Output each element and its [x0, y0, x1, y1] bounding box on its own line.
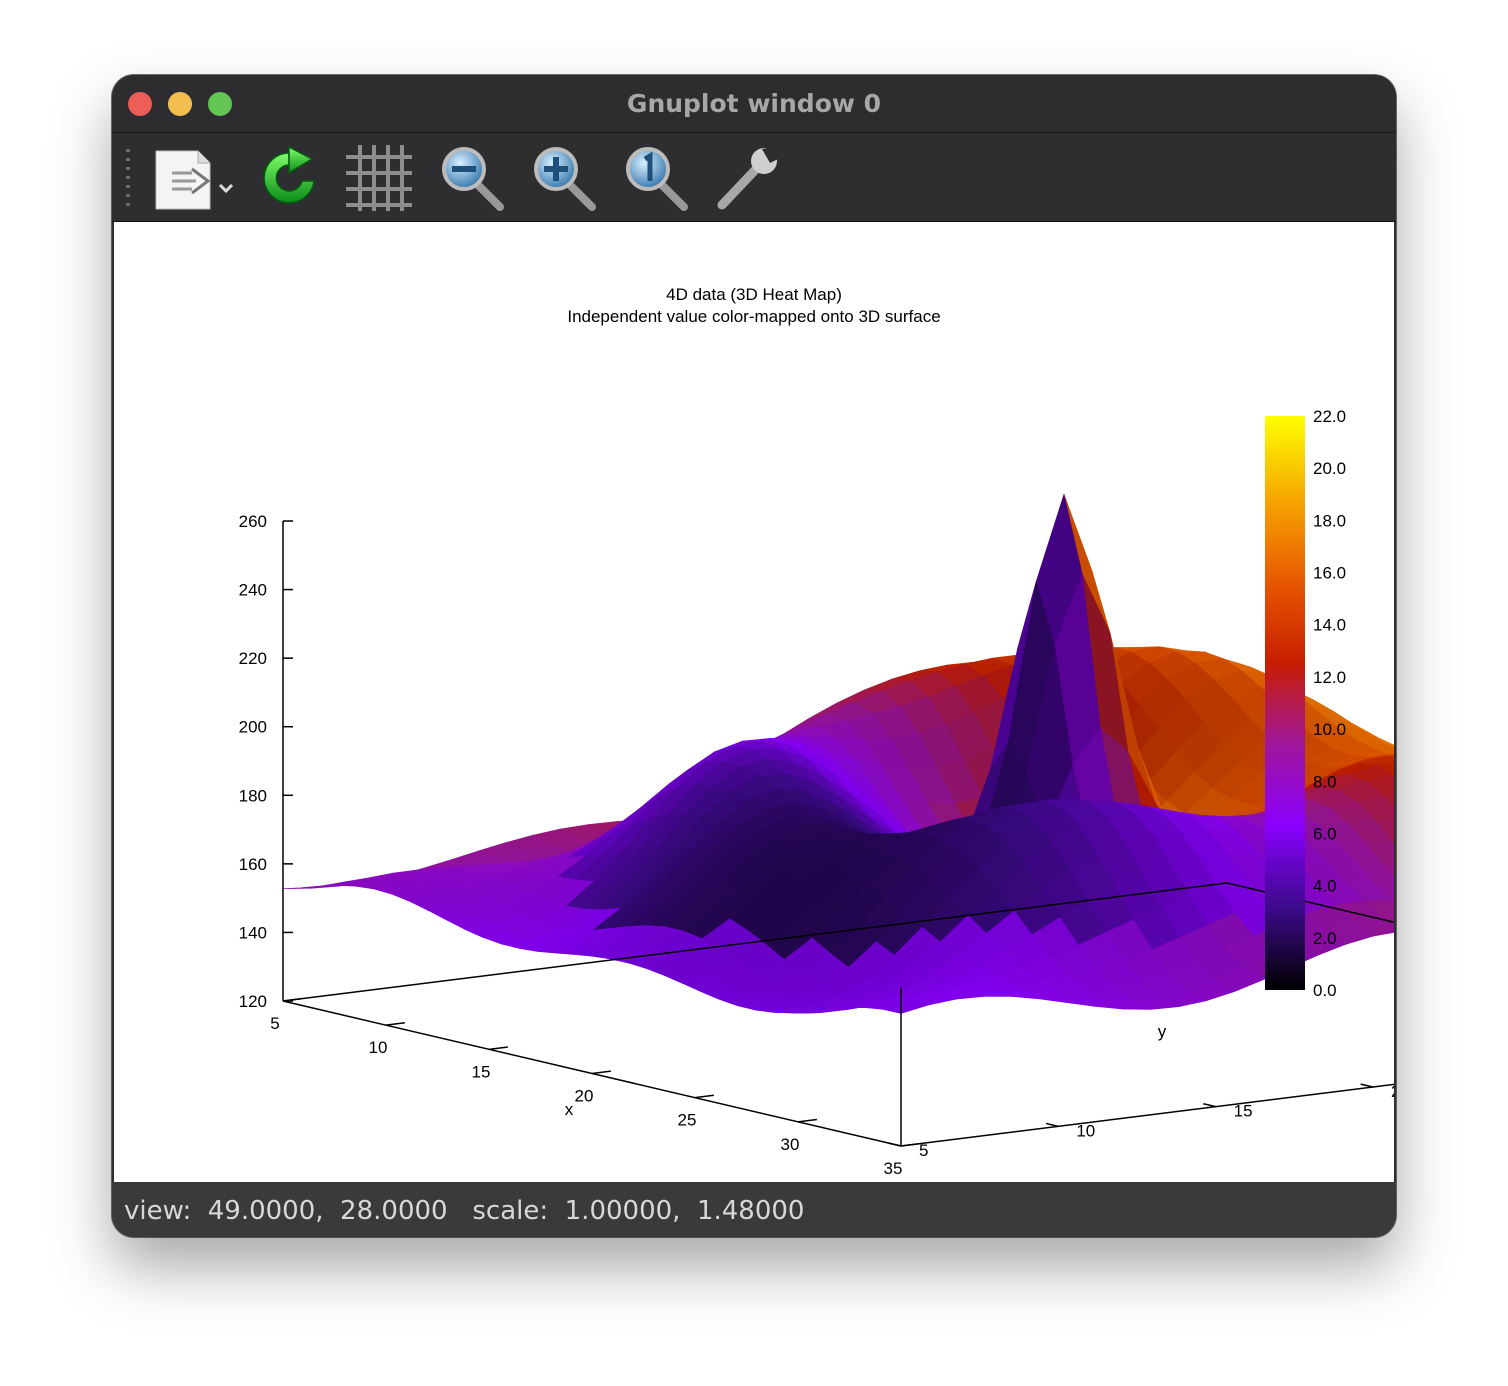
y-tick-mark: [1360, 1083, 1374, 1088]
toolbar-grip[interactable]: [126, 149, 130, 209]
toolbar: [112, 133, 1396, 222]
z-tick-label: 180: [239, 786, 267, 805]
zoom-in-icon: [534, 147, 596, 211]
z-tick-label: 260: [239, 512, 267, 531]
colorbar-tick-label: 20.0: [1313, 459, 1346, 478]
zoom-in-button[interactable]: [530, 143, 600, 213]
y-tick-label: 20: [1391, 1082, 1394, 1101]
colorbar-tick-label: 14.0: [1313, 616, 1346, 635]
y-tick-label: 15: [1234, 1102, 1253, 1121]
grid-icon: [346, 145, 412, 211]
z-tick-label: 200: [239, 718, 267, 737]
colorbar-tick-label: 18.0: [1313, 511, 1346, 530]
export-button[interactable]: [152, 143, 242, 213]
colorbar-tick-label: 4.0: [1313, 877, 1337, 896]
x-tick-label: 30: [781, 1135, 800, 1154]
x-tick-mark: [694, 1094, 714, 1099]
zoom-out-icon: [442, 147, 504, 211]
x-tick-mark: [591, 1070, 611, 1075]
surface-plot: [282, 493, 1396, 1014]
window-title: Gnuplot window 0: [626, 89, 882, 118]
zoom-out-button[interactable]: [438, 143, 508, 213]
y-tick-mark: [1045, 1122, 1059, 1128]
colorbar-tick-label: 2.0: [1313, 929, 1337, 948]
x-axis-label: x: [565, 1100, 574, 1119]
zoom-reset-icon: [626, 147, 688, 211]
colorbar-tick-label: 22.0: [1313, 407, 1346, 426]
z-tick-label: 140: [239, 923, 267, 942]
replot-button[interactable]: [254, 143, 324, 213]
colorbar-tick-label: 16.0: [1313, 564, 1346, 583]
x-tick-label: 35: [884, 1159, 903, 1178]
x-tick-mark: [385, 1022, 405, 1026]
gnuplot-window: Gnuplot window 0 4D data (3D Heat Map) I…: [112, 75, 1396, 1237]
zoom-reset-button[interactable]: [622, 143, 692, 213]
status-bar: view: 49.0000, 28.0000 scale: 1.00000, 1…: [112, 1182, 1396, 1237]
refresh-icon: [263, 145, 315, 204]
y-tick-mark: [888, 1142, 902, 1147]
settings-button[interactable]: [712, 143, 782, 213]
title-bar[interactable]: Gnuplot window 0: [112, 75, 1396, 133]
x-tick-label: 15: [472, 1062, 491, 1081]
x-tick-label: 10: [369, 1038, 388, 1057]
y-tick-mark: [1203, 1103, 1216, 1108]
y-tick-label: 5: [919, 1141, 928, 1160]
export-document-icon: [155, 150, 234, 210]
z-tick-label: 220: [239, 649, 267, 668]
x-tick-label: 25: [678, 1111, 697, 1130]
colorbar-tick-label: 0.0: [1313, 981, 1337, 1000]
x-tick-label: 5: [270, 1014, 279, 1033]
plot-canvas[interactable]: 4D data (3D Heat Map) Independent value …: [114, 222, 1396, 1182]
x-tick-mark: [488, 1046, 508, 1051]
z-tick-label: 240: [239, 581, 267, 600]
x-tick-mark: [900, 1142, 920, 1147]
plot-svg: 4D data (3D Heat Map) Independent value …: [239, 285, 1396, 1178]
colorbar-tick-label: 8.0: [1313, 772, 1337, 791]
wrench-icon: [717, 147, 778, 210]
z-tick-label: 120: [239, 992, 267, 1011]
x-tick-label: 20: [575, 1087, 594, 1106]
colorbar-tick-label: 12.0: [1313, 668, 1346, 687]
colorbar-tick-label: 6.0: [1313, 824, 1337, 843]
y-tick-label: 10: [1076, 1121, 1095, 1140]
colorbar-gradient: [1265, 416, 1305, 990]
chart-subtitle: Independent value color-mapped onto 3D s…: [567, 307, 940, 326]
colorbar-tick-label: 10.0: [1313, 720, 1346, 739]
y-axis-label: y: [1158, 1022, 1167, 1041]
status-text: view: 49.0000, 28.0000 scale: 1.00000, 1…: [124, 1196, 805, 1226]
y-axis-line: [900, 1083, 1396, 1147]
x-tick-mark: [797, 1118, 817, 1123]
z-tick-label: 160: [239, 855, 267, 874]
chart-title: 4D data (3D Heat Map): [666, 285, 842, 304]
grid-button[interactable]: [344, 143, 414, 213]
